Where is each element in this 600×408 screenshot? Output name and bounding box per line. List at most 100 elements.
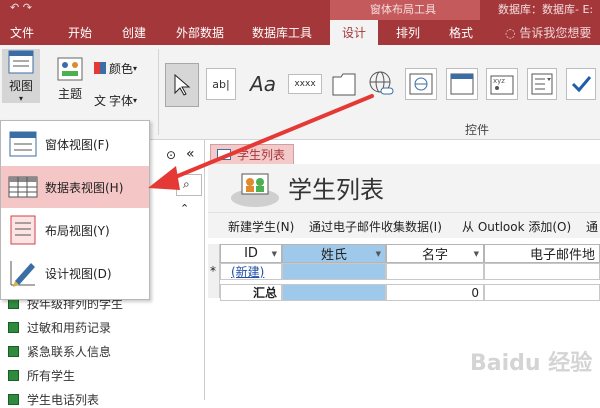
datasheet-view-icon xyxy=(8,176,38,198)
column-header-label: 电子邮件地 xyxy=(529,248,595,263)
total-first-name-cell[interactable]: 0 xyxy=(386,284,484,301)
textbox-icon: ab| xyxy=(212,77,230,91)
column-header-last-name[interactable]: 姓氏 ▼ xyxy=(282,244,386,263)
column-header-first-name[interactable]: 名字 ▼ xyxy=(386,244,484,263)
form-title: 学生列表 xyxy=(288,176,384,204)
option-group-icon: xyz xyxy=(490,75,514,95)
search-box[interactable]: ⌕ xyxy=(176,174,202,196)
tab-home[interactable]: 开始 xyxy=(68,24,92,41)
form-icon xyxy=(8,370,19,381)
total-label: 汇总 xyxy=(252,286,277,300)
textbox-control[interactable]: ab| xyxy=(206,68,236,100)
column-header-label: 姓氏 xyxy=(320,248,347,263)
web-browser-control[interactable] xyxy=(405,68,437,100)
new-student-link[interactable]: 新建学生(N) xyxy=(228,218,294,235)
total-last-name-cell[interactable] xyxy=(282,284,386,301)
select-pointer-button[interactable] xyxy=(165,63,199,107)
tab-database-tools[interactable]: 数据库工具 xyxy=(252,24,312,41)
button-control[interactable]: xxxx xyxy=(288,74,322,94)
new-record-id-cell[interactable]: (新建) xyxy=(220,263,282,280)
navigation-icon xyxy=(450,73,474,95)
tab-external-data[interactable]: 外部数据 xyxy=(176,24,224,41)
menu-item-label: 布局视图(Y) xyxy=(45,223,110,238)
column-header-label: 名字 xyxy=(421,248,448,263)
view-label: 视图 xyxy=(8,78,33,93)
svg-text:xyz: xyz xyxy=(493,77,505,85)
colors-icon xyxy=(94,62,106,74)
first-name-cell[interactable] xyxy=(386,263,484,280)
menu-item-label: 窗体视图(F) xyxy=(45,137,110,152)
group-collapse-icon[interactable]: ⌃ xyxy=(180,202,189,215)
email-cell[interactable] xyxy=(484,263,600,280)
tab-control[interactable] xyxy=(330,68,358,100)
lightbulb-icon: ◌ xyxy=(505,26,516,40)
nav-item-label: 紧急联系人信息 xyxy=(27,345,112,359)
nav-item-label: 所有学生 xyxy=(27,369,76,383)
tab-format[interactable]: 格式 xyxy=(449,24,473,41)
checkbox-control[interactable] xyxy=(566,68,596,100)
search-icon: ⌕ xyxy=(183,177,190,191)
hyperlink-control[interactable] xyxy=(366,68,396,100)
view-icon xyxy=(8,50,34,73)
view-button[interactable]: 视图 ▾ xyxy=(2,49,40,103)
total-email-cell[interactable] xyxy=(484,284,600,301)
nav-item[interactable]: 所有学生 xyxy=(8,367,75,384)
form-tab-icon xyxy=(217,149,231,160)
chevron-down-icon: ▼ xyxy=(375,250,381,258)
label-control[interactable]: Aa xyxy=(246,68,280,100)
column-header-id[interactable]: ID ▼ xyxy=(220,244,282,263)
quick-access-icons[interactable]: ↶ ↷ xyxy=(10,1,32,14)
total-value: 0 xyxy=(471,285,479,300)
tab-arrange[interactable]: 排列 xyxy=(396,24,420,41)
last-name-cell[interactable] xyxy=(282,263,386,280)
collapse-pane-icon[interactable]: « xyxy=(186,146,195,162)
menu-item-layout-view[interactable]: 布局视图(Y) xyxy=(1,209,149,251)
menu-item-datasheet-view[interactable]: 数据表视图(H) xyxy=(1,166,149,208)
label-icon: Aa xyxy=(250,72,276,96)
action-bar: 新建学生(N) 通过电子邮件收集数据(I) 从 Outlook 添加(O) 通 xyxy=(208,212,600,238)
column-header-email[interactable]: 电子邮件地 xyxy=(484,244,600,263)
option-group-control[interactable]: xyz xyxy=(486,68,518,100)
nav-item-label: 过敏和用药记录 xyxy=(27,321,112,335)
students-icon xyxy=(231,173,279,207)
colors-label: 颜色 xyxy=(109,61,134,76)
tab-student-list[interactable]: 学生列表 xyxy=(210,144,294,164)
theme-button[interactable]: 主题 xyxy=(52,55,88,103)
form-header xyxy=(208,164,600,212)
form-icon xyxy=(8,322,19,333)
tab-design[interactable]: 设计 xyxy=(330,20,379,45)
navigation-control[interactable] xyxy=(446,68,478,100)
fonts-button[interactable]: 文 字体 ▾ xyxy=(94,91,137,109)
nav-item[interactable]: 紧急联系人信息 xyxy=(8,343,111,360)
combo-box-control[interactable] xyxy=(527,68,557,100)
new-record-id: (新建) xyxy=(231,265,265,279)
colors-button[interactable]: 颜色 ▾ xyxy=(94,59,137,77)
theme-icon xyxy=(57,57,83,80)
more-actions-link[interactable]: 通 xyxy=(586,218,598,235)
context-title: 窗体布局工具 xyxy=(330,0,480,20)
tab-create[interactable]: 创建 xyxy=(122,24,146,41)
layout-view-icon xyxy=(10,215,36,245)
checkbox-icon xyxy=(571,76,592,93)
context-label: 窗体布局工具 xyxy=(370,3,436,16)
menu-item-form-view[interactable]: 窗体视图(F) xyxy=(1,123,149,165)
tab-file[interactable]: 文件 xyxy=(10,24,34,41)
list-box-icon xyxy=(531,73,553,95)
web-browser-icon xyxy=(409,73,433,95)
chevron-down-icon: ▼ xyxy=(473,250,479,258)
chevron-down-icon: ▼ xyxy=(271,250,277,258)
design-view-icon xyxy=(10,261,35,287)
tell-me-box[interactable]: ◌ 告诉我您想要 xyxy=(505,24,591,41)
nav-options-icon[interactable]: ⊙ xyxy=(166,148,176,162)
view-dropdown-menu: 窗体视图(F) 数据表视图(H) 布局视图(Y) 设计视图(D) xyxy=(0,120,150,300)
cursor-icon xyxy=(174,73,191,96)
form-view-icon xyxy=(9,131,37,157)
chevron-down-icon: ▾ xyxy=(18,93,23,103)
title-bar: ↶ ↷ 窗体布局工具 数据库：数据库- E: xyxy=(0,0,600,20)
menu-item-design-view[interactable]: 设计视图(D) xyxy=(1,252,149,294)
add-from-outlook-link[interactable]: 从 Outlook 添加(O) xyxy=(462,218,571,235)
tell-me-text: 告诉我您想要 xyxy=(519,26,592,40)
nav-item[interactable]: 过敏和用药记录 xyxy=(8,319,111,336)
button-icon: xxxx xyxy=(294,79,316,89)
collect-email-data-link[interactable]: 通过电子邮件收集数据(I) xyxy=(309,218,442,235)
